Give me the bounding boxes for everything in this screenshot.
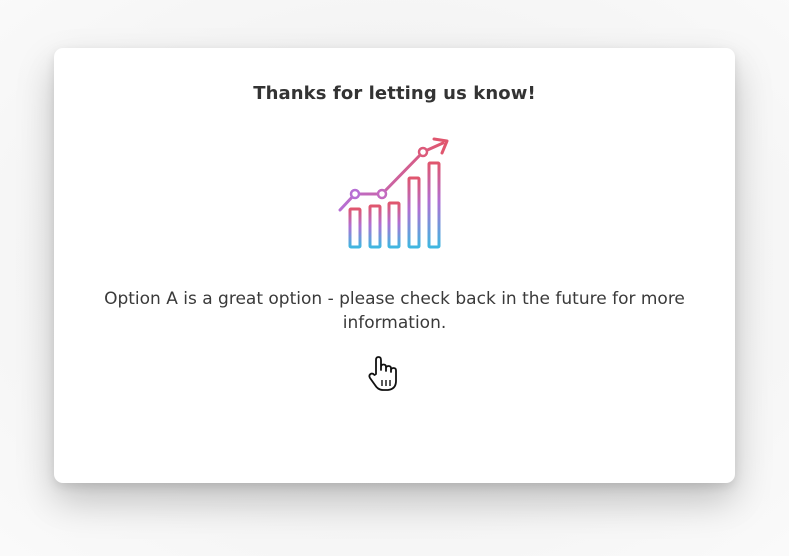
- hand-pointer-icon: [366, 354, 404, 394]
- dialog-message: Option A is a great option - please chec…: [104, 289, 685, 333]
- growth-chart-icon: [338, 136, 452, 252]
- feedback-dialog: Thanks for letting us know! Option A is …: [54, 48, 735, 483]
- dialog-title: Thanks for letting us know!: [253, 83, 536, 104]
- background-overlay: Thanks for letting us know! Option A is …: [0, 0, 789, 556]
